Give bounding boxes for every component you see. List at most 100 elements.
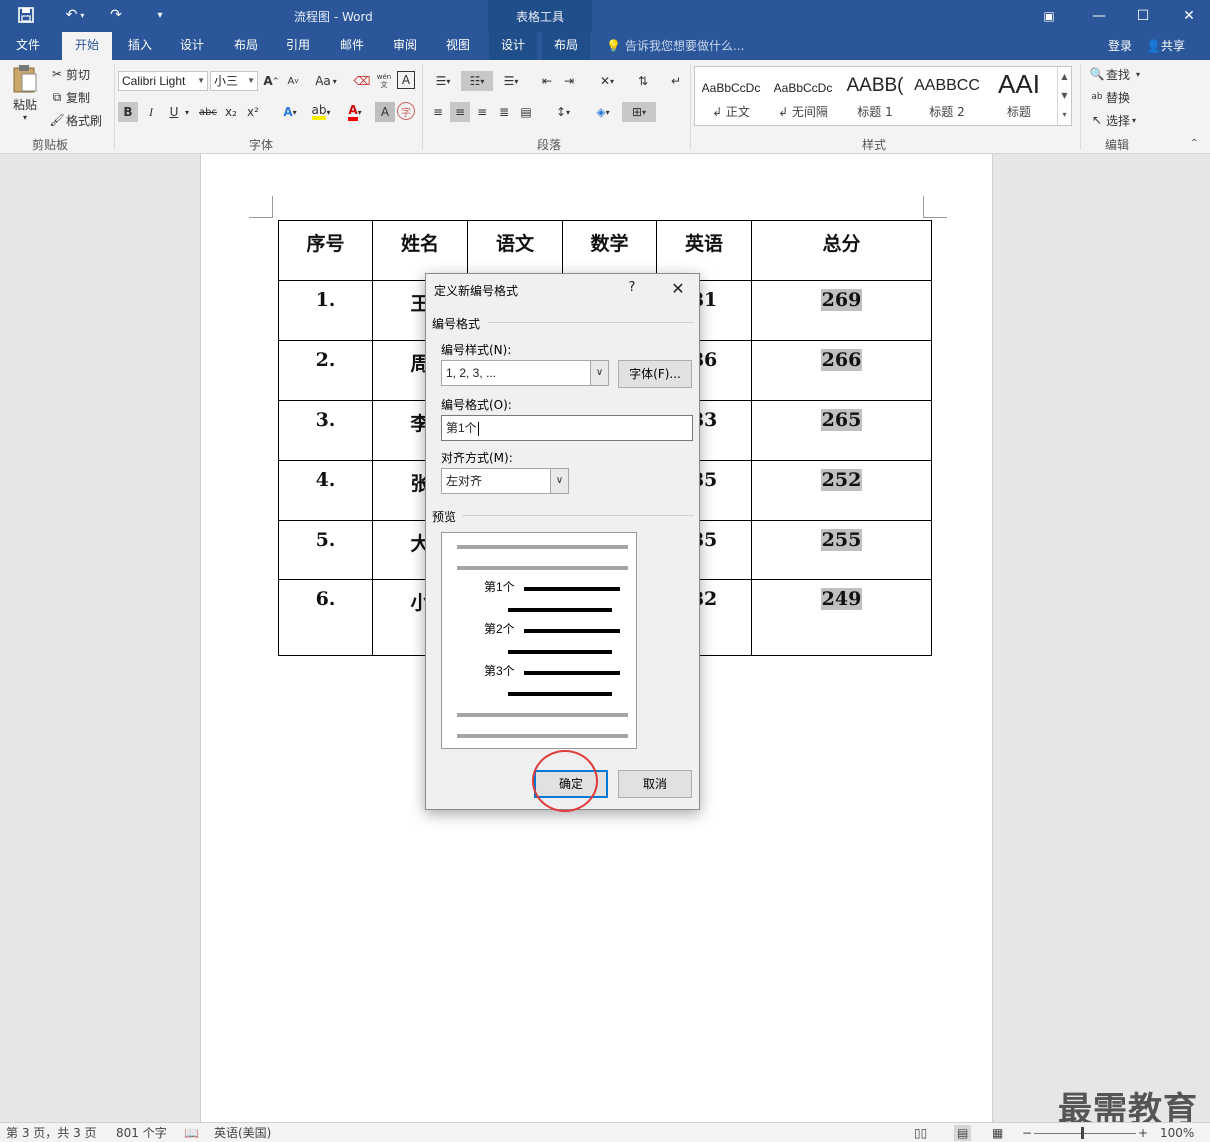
superscript-button[interactable]: x² bbox=[243, 102, 263, 122]
style-no-spacing[interactable]: AaBbCcDc ↲ 无间隔 bbox=[767, 67, 839, 125]
read-mode-icon[interactable]: ▯▯ bbox=[914, 1125, 927, 1141]
show-marks-icon[interactable]: ↵ bbox=[666, 71, 686, 91]
help-icon[interactable]: ? bbox=[622, 280, 642, 295]
text-effects-icon[interactable]: A ▾ bbox=[276, 102, 304, 122]
header-cell[interactable]: 序号 bbox=[278, 220, 373, 281]
increase-indent-icon[interactable]: ⇥ bbox=[559, 71, 579, 91]
cut-button[interactable]: ✂ 剪切 bbox=[48, 64, 90, 84]
align-left-icon[interactable]: ≡ bbox=[428, 102, 448, 122]
tab-home[interactable]: 开始 bbox=[62, 32, 112, 60]
table-cell[interactable]: 265 bbox=[751, 400, 932, 461]
tab-table-layout[interactable]: 布局 bbox=[542, 32, 590, 60]
zoom-in-icon[interactable]: + bbox=[1138, 1125, 1148, 1141]
table-cell[interactable]: 3. bbox=[278, 400, 373, 461]
header-cell[interactable]: 总分 bbox=[751, 220, 932, 281]
word-count[interactable]: 801 个字 bbox=[116, 1125, 167, 1141]
replace-button[interactable]: ab 替换 bbox=[1088, 87, 1130, 107]
table-cell[interactable]: 5. bbox=[278, 520, 373, 580]
phonetic-guide-button[interactable]: wén 文 bbox=[374, 71, 394, 91]
justify-icon[interactable]: ≣ bbox=[494, 102, 514, 122]
tab-table-design[interactable]: 设计 bbox=[489, 32, 537, 60]
numbering-icon[interactable]: ☷ ▾ bbox=[461, 71, 493, 91]
tab-mailings[interactable]: 邮件 bbox=[328, 32, 376, 60]
decrease-indent-icon[interactable]: ⇤ bbox=[537, 71, 557, 91]
copy-button[interactable]: ⧉ 复制 bbox=[48, 87, 90, 107]
table-cell[interactable]: 4. bbox=[278, 460, 373, 521]
style-heading-2[interactable]: AABBCC 标题 2 bbox=[911, 67, 983, 125]
minimize-icon[interactable]: — bbox=[1076, 0, 1122, 32]
chinese-layout-icon[interactable]: ✕ ▾ bbox=[592, 71, 622, 91]
close-window-icon[interactable]: ✕ bbox=[1166, 0, 1210, 32]
header-cell[interactable]: 数学 bbox=[562, 220, 657, 281]
language-indicator[interactable]: 英语(美国) bbox=[214, 1125, 271, 1141]
shading-icon[interactable]: ◈ ▾ bbox=[588, 102, 618, 122]
table-cell[interactable]: 255 bbox=[751, 520, 932, 580]
close-icon[interactable]: ✕ bbox=[666, 278, 690, 300]
paste-button[interactable]: 粘贴 ▾ bbox=[8, 64, 42, 128]
borders-icon[interactable]: ⊞ ▾ bbox=[622, 102, 656, 122]
highlight-icon[interactable]: ab ▾ bbox=[306, 102, 336, 122]
font-button[interactable]: 字体(F)... bbox=[618, 360, 692, 388]
save-icon[interactable] bbox=[14, 4, 38, 26]
number-style-select[interactable]: 1, 2, 3, ... ∨ bbox=[441, 360, 609, 386]
align-center-icon[interactable]: ≡ bbox=[450, 102, 470, 122]
number-format-input[interactable]: 第1个 bbox=[441, 415, 693, 441]
tab-file[interactable]: 文件 bbox=[4, 32, 52, 60]
tell-me-search[interactable]: 💡 告诉我您想要做什么... bbox=[606, 36, 744, 56]
print-layout-icon[interactable]: ▤ bbox=[954, 1125, 972, 1141]
zoom-slider[interactable] bbox=[1034, 1133, 1136, 1134]
table-cell[interactable]: 266 bbox=[751, 340, 932, 401]
find-button[interactable]: 🔍 查找 ▾ bbox=[1088, 64, 1141, 84]
ribbon-display-icon[interactable]: ▣ bbox=[1026, 0, 1072, 32]
alignment-select[interactable]: 左对齐 ∨ bbox=[441, 468, 569, 494]
char-shading-icon[interactable]: A bbox=[375, 102, 395, 122]
clear-format-icon[interactable]: ⌫ bbox=[352, 71, 372, 91]
font-color-icon[interactable]: A ▾ bbox=[340, 102, 370, 122]
zoom-out-icon[interactable]: − bbox=[1022, 1125, 1032, 1141]
line-spacing-icon[interactable]: ↕ ▾ bbox=[548, 102, 578, 122]
table-cell[interactable]: 1. bbox=[278, 280, 373, 341]
zoom-slider-thumb[interactable] bbox=[1081, 1127, 1084, 1139]
char-border-icon[interactable]: A bbox=[397, 71, 415, 89]
tab-references[interactable]: 引用 bbox=[274, 32, 322, 60]
zoom-level[interactable]: 100% bbox=[1160, 1125, 1194, 1141]
grow-font-button[interactable]: A ^ bbox=[261, 71, 281, 91]
page-count[interactable]: 第 3 页，共 3 页 bbox=[6, 1125, 97, 1141]
strikethrough-button[interactable]: abc bbox=[196, 102, 220, 122]
shrink-font-button[interactable]: Av bbox=[283, 71, 303, 91]
multilevel-list-icon[interactable]: ☰ ▾ bbox=[496, 71, 526, 91]
tab-insert[interactable]: 插入 bbox=[116, 32, 164, 60]
style-normal[interactable]: AaBbCcDc ↲ 正文 bbox=[695, 67, 767, 125]
undo-icon[interactable]: ↶ ▾ bbox=[58, 4, 92, 26]
tab-layout[interactable]: 布局 bbox=[222, 32, 270, 60]
tab-view[interactable]: 视图 bbox=[434, 32, 482, 60]
bold-button[interactable]: B bbox=[118, 102, 138, 122]
distributed-icon[interactable]: ▤ bbox=[516, 102, 536, 122]
header-cell[interactable]: 语文 bbox=[467, 220, 563, 281]
header-cell[interactable]: 姓名 bbox=[372, 220, 468, 281]
table-cell[interactable]: 252 bbox=[751, 460, 932, 521]
format-painter-button[interactable]: 🖌 格式刷 bbox=[48, 110, 102, 130]
header-cell[interactable]: 英语 bbox=[656, 220, 752, 281]
web-layout-icon[interactable]: ▦ bbox=[992, 1125, 1003, 1141]
enclose-char-icon[interactable]: 字 bbox=[397, 102, 415, 120]
styles-scroll[interactable]: ▲ ▼ ▾ bbox=[1057, 67, 1071, 125]
bullets-icon[interactable]: ☰ ▾ bbox=[428, 71, 458, 91]
proofing-icon[interactable]: 📖 bbox=[184, 1125, 199, 1141]
style-title[interactable]: AAI 标题 bbox=[983, 67, 1055, 125]
table-cell[interactable]: 6. bbox=[278, 579, 373, 656]
cancel-button[interactable]: 取消 bbox=[618, 770, 692, 798]
share-button[interactable]: 👤共享 bbox=[1146, 36, 1185, 56]
tab-review[interactable]: 审阅 bbox=[381, 32, 429, 60]
collapse-ribbon-icon[interactable]: ⌃ bbox=[1190, 138, 1198, 149]
table-cell[interactable]: 2. bbox=[278, 340, 373, 401]
login-link[interactable]: 登录 bbox=[1108, 36, 1132, 56]
align-right-icon[interactable]: ≡ bbox=[472, 102, 492, 122]
redo-icon[interactable]: ↷ bbox=[104, 4, 128, 26]
change-case-button[interactable]: Aa ▾ bbox=[312, 71, 340, 91]
tab-design[interactable]: 设计 bbox=[168, 32, 216, 60]
font-size-combo[interactable]: 小三 ▼ bbox=[210, 71, 258, 91]
font-name-combo[interactable]: Calibri Light ▼ bbox=[118, 71, 208, 91]
style-heading-1[interactable]: AABB( 标题 1 bbox=[839, 67, 911, 125]
table-cell[interactable]: 269 bbox=[751, 280, 932, 341]
